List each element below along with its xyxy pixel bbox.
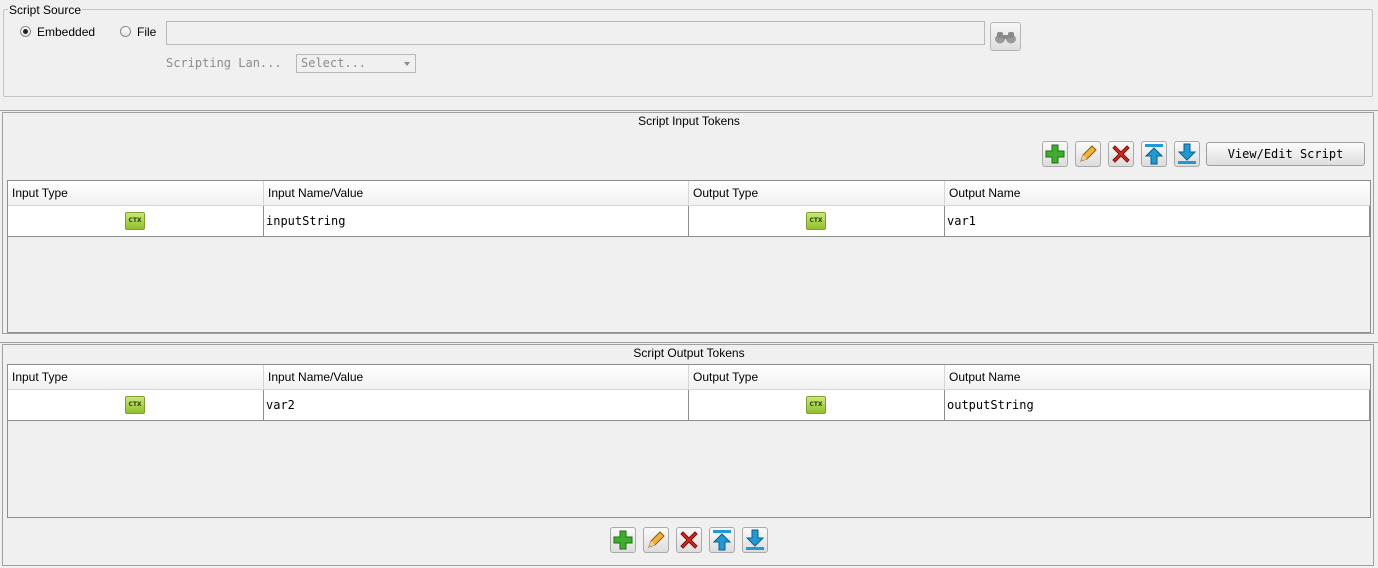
add-output-token-button[interactable] — [610, 527, 636, 553]
delete-icon — [680, 531, 698, 549]
move-down-output-button[interactable] — [742, 527, 768, 553]
scripting-language-label: Scripting Lan... — [166, 56, 282, 70]
edit-output-token-button[interactable] — [643, 527, 669, 553]
column-header-input-type[interactable]: Input Type — [8, 181, 264, 205]
embedded-radio-label[interactable]: Embedded — [37, 25, 95, 39]
script-source-legend: Script Source — [8, 3, 83, 17]
move-up-output-button[interactable] — [709, 527, 735, 553]
move-up-icon — [712, 530, 732, 551]
move-up-icon — [1144, 144, 1164, 165]
column-header-input-name[interactable]: Input Name/Value — [264, 365, 689, 389]
edit-icon — [1080, 145, 1097, 162]
input-name-cell[interactable]: inputString — [264, 206, 689, 236]
move-up-button[interactable] — [1141, 141, 1167, 167]
input-type-cell[interactable]: CTX — [8, 390, 264, 420]
output-tokens-table: Input Type Input Name/Value Output Type … — [7, 364, 1371, 518]
column-header-output-name[interactable]: Output Name — [945, 365, 1370, 389]
edit-token-button[interactable] — [1075, 141, 1101, 167]
input-name-cell[interactable]: var2 — [264, 390, 689, 420]
column-header-output-name[interactable]: Output Name — [945, 181, 1370, 205]
scripting-language-select[interactable]: Select... — [296, 54, 416, 73]
output-tokens-title: Script Output Tokens — [633, 346, 745, 360]
binoculars-icon — [994, 31, 1016, 43]
add-token-button[interactable] — [1042, 141, 1068, 167]
delete-icon — [1112, 145, 1130, 163]
column-header-input-type[interactable]: Input Type — [8, 365, 264, 389]
output-type-cell[interactable]: CTX — [689, 206, 945, 236]
column-header-output-type[interactable]: Output Type — [689, 365, 945, 389]
output-name-cell[interactable]: outputString — [945, 390, 1370, 420]
edit-icon — [648, 531, 665, 548]
input-type-cell[interactable]: CTX — [8, 206, 264, 236]
move-down-icon — [1177, 143, 1197, 164]
file-path-field[interactable] — [166, 21, 985, 45]
input-tokens-table: Input Type Input Name/Value Output Type … — [7, 180, 1371, 333]
add-icon — [613, 530, 633, 550]
file-radio-label[interactable]: File — [137, 25, 156, 39]
move-down-icon — [745, 529, 765, 550]
scripting-language-select-value: Select... — [301, 56, 367, 70]
file-radio[interactable] — [120, 26, 131, 37]
delete-token-button[interactable] — [1108, 141, 1134, 167]
input-tokens-title: Script Input Tokens — [638, 114, 740, 128]
browse-button[interactable] — [990, 22, 1021, 51]
table-header: Input Type Input Name/Value Output Type … — [8, 365, 1370, 390]
ctx-icon: CTX — [125, 212, 145, 230]
output-type-cell[interactable]: CTX — [689, 390, 945, 420]
add-icon — [1045, 144, 1065, 164]
ctx-icon: CTX — [125, 396, 145, 414]
output-name-cell[interactable]: var1 — [945, 206, 1370, 236]
ctx-icon: CTX — [806, 212, 826, 230]
view-edit-script-button[interactable]: View/Edit Script — [1206, 142, 1365, 166]
table-row[interactable]: CTX var2 CTX outputString — [8, 390, 1370, 421]
chevron-down-icon — [404, 62, 410, 66]
table-row[interactable]: CTX inputString CTX var1 — [8, 206, 1370, 237]
ctx-icon: CTX — [806, 396, 826, 414]
column-header-input-name[interactable]: Input Name/Value — [264, 181, 689, 205]
move-down-button[interactable] — [1174, 141, 1200, 167]
table-header: Input Type Input Name/Value Output Type … — [8, 181, 1370, 206]
embedded-radio[interactable] — [20, 26, 31, 37]
column-header-output-type[interactable]: Output Type — [689, 181, 945, 205]
delete-output-token-button[interactable] — [676, 527, 702, 553]
